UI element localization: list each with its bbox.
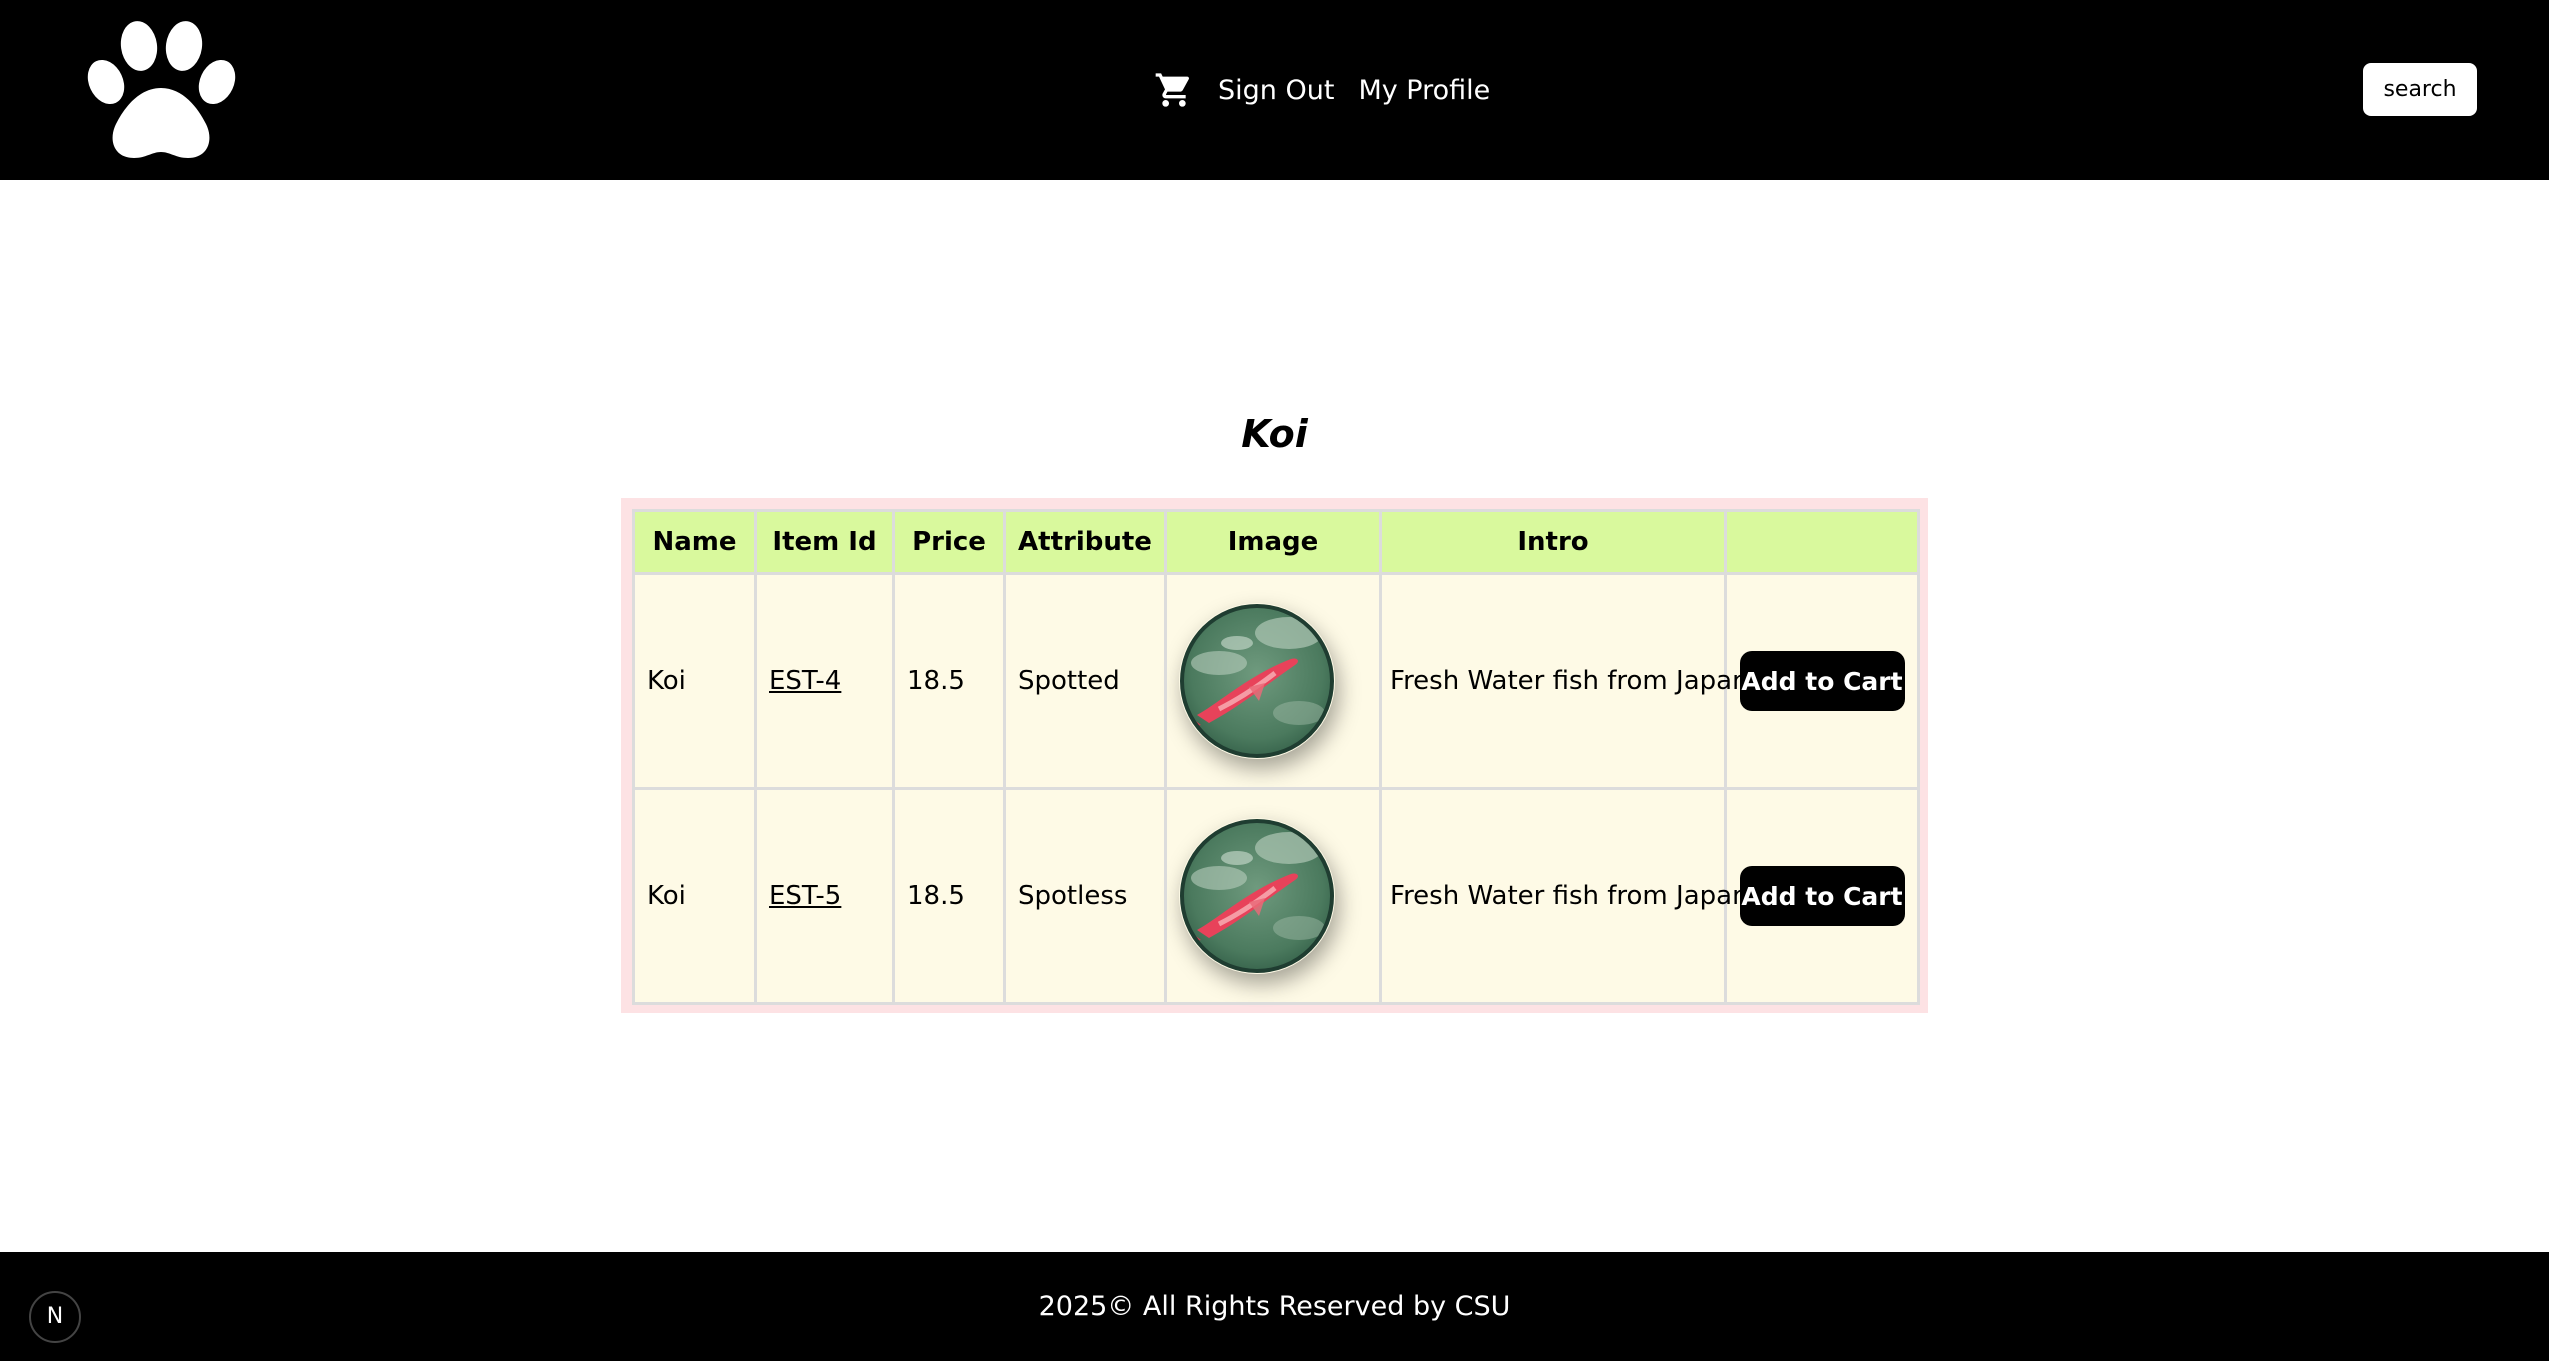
product-table: Name Item Id Price Attribute Image Intro…: [632, 509, 1920, 1005]
column-header-actions: [1724, 509, 1920, 575]
item-id-link[interactable]: EST-5: [769, 881, 841, 911]
cell-image: [1164, 787, 1382, 1005]
table-row: Koi EST-5 18.5 Spotless Fresh Water fish…: [632, 787, 1920, 1005]
cell-price: 18.5: [892, 787, 1006, 1005]
koi-fish-image: [1180, 819, 1334, 973]
item-id-link[interactable]: EST-4: [769, 666, 841, 696]
column-header-image: Image: [1164, 509, 1382, 575]
cell-item-id: EST-5: [754, 787, 895, 1005]
page-title: Koi: [1241, 412, 1308, 456]
cell-attribute: Spotless: [1003, 787, 1167, 1005]
cell-attribute: Spotted: [1003, 572, 1167, 790]
paw-logo-icon[interactable]: [84, 20, 239, 160]
cell-name: Koi: [632, 787, 757, 1005]
main-nav: Sign Out My Profile: [1154, 62, 1490, 118]
footer: 2025© All Rights Reserved by CSU: [0, 1252, 2549, 1361]
column-header-item-id: Item Id: [754, 509, 895, 575]
page: Sign Out My Profile search Koi Name Item…: [0, 0, 2549, 1361]
search-button[interactable]: search: [2363, 63, 2477, 116]
shopping-cart-icon[interactable]: [1154, 70, 1194, 110]
product-table-frame: Name Item Id Price Attribute Image Intro…: [621, 498, 1928, 1013]
top-navbar: Sign Out My Profile search: [0, 0, 2549, 180]
sign-out-link[interactable]: Sign Out: [1218, 75, 1334, 106]
cell-actions: Add to Cart: [1724, 787, 1920, 1005]
cell-image: [1164, 572, 1382, 790]
cell-price: 18.5: [892, 572, 1006, 790]
column-header-name: Name: [632, 509, 757, 575]
cell-item-id: EST-4: [754, 572, 895, 790]
cell-actions: Add to Cart: [1724, 572, 1920, 790]
cell-intro: Fresh Water fish from Japan: [1379, 787, 1749, 1005]
copyright-text: 2025© All Rights Reserved by CSU: [1038, 1291, 1511, 1322]
koi-fish-image: [1180, 604, 1334, 758]
my-profile-link[interactable]: My Profile: [1358, 75, 1490, 106]
add-to-cart-button[interactable]: Add to Cart: [1739, 651, 1905, 711]
dev-tools-badge-icon[interactable]: N: [29, 1291, 81, 1343]
cell-intro: Fresh Water fish from Japan: [1379, 572, 1749, 790]
column-header-intro: Intro: [1379, 509, 1727, 575]
column-header-attribute: Attribute: [1003, 509, 1167, 575]
table-header-row: Name Item Id Price Attribute Image Intro: [632, 509, 1920, 575]
table-row: Koi EST-4 18.5 Spotted Fresh Water fish …: [632, 572, 1920, 790]
add-to-cart-button[interactable]: Add to Cart: [1739, 866, 1905, 926]
column-header-price: Price: [892, 509, 1006, 575]
cell-name: Koi: [632, 572, 757, 790]
